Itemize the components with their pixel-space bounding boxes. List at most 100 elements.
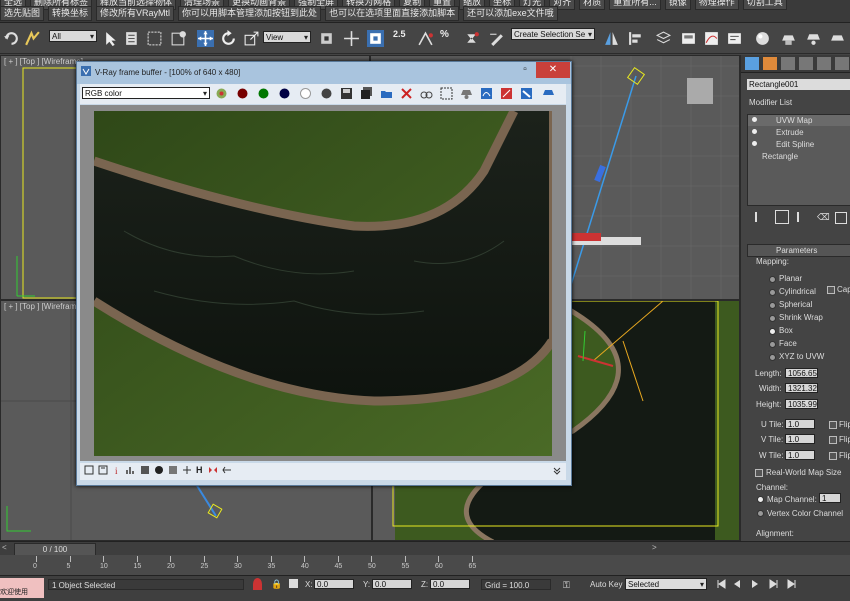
percent-snap-label[interactable]: % bbox=[440, 29, 449, 40]
length-spinner[interactable]: 1056.65 bbox=[785, 368, 818, 378]
mapping-radio[interactable] bbox=[769, 341, 776, 348]
height-spinner[interactable]: 1035.99 bbox=[785, 399, 818, 409]
real-world-checkbox[interactable] bbox=[755, 469, 763, 477]
history-icon[interactable] bbox=[84, 465, 94, 475]
vray-frame-buffer-window[interactable]: V-Ray frame buffer - [100% of 640 x 480]… bbox=[76, 61, 572, 486]
rect-selection-icon[interactable] bbox=[146, 30, 163, 47]
cap-checkbox[interactable] bbox=[827, 286, 835, 294]
script-button[interactable]: 物理操作 bbox=[694, 0, 739, 10]
expand-chevron-icon[interactable] bbox=[552, 466, 562, 476]
alpha-channel-icon[interactable] bbox=[299, 87, 312, 100]
map-channel-spinner[interactable]: 1 bbox=[819, 493, 841, 503]
mapping-radio[interactable] bbox=[769, 315, 776, 322]
ab-icon[interactable] bbox=[222, 465, 232, 475]
auto-key-button[interactable]: Auto Key bbox=[590, 580, 622, 589]
width-spinner[interactable]: 1321.32 bbox=[785, 383, 818, 393]
h-flip-icon[interactable]: H bbox=[196, 465, 203, 475]
curve-editor-icon[interactable] bbox=[703, 30, 720, 47]
render-frame-icon[interactable] bbox=[805, 30, 822, 47]
y-coordinate[interactable]: 0.0 bbox=[372, 579, 412, 589]
angle-snap-icon[interactable] bbox=[417, 30, 434, 47]
pivot-center-icon[interactable] bbox=[318, 30, 335, 47]
pixel-info-icon[interactable] bbox=[98, 465, 108, 475]
mono-icon[interactable] bbox=[320, 87, 333, 100]
align-icon[interactable] bbox=[628, 30, 645, 47]
minimize-button[interactable]: ▫ bbox=[515, 64, 535, 78]
configure-sets-icon[interactable] bbox=[835, 212, 847, 224]
mapping-radio[interactable] bbox=[769, 354, 776, 361]
graphite-ribbon-icon[interactable] bbox=[680, 30, 697, 47]
rgb-toggle-icon[interactable] bbox=[215, 87, 228, 100]
select-object-icon[interactable] bbox=[103, 30, 120, 47]
render-last-icon[interactable] bbox=[460, 87, 473, 100]
stack-item[interactable]: Rectangle bbox=[762, 152, 798, 161]
light-bulb-icon[interactable] bbox=[752, 141, 757, 146]
snap-toggle-label[interactable]: 2.5 bbox=[393, 29, 406, 39]
lock-selection-icon[interactable]: 🔒 bbox=[271, 579, 282, 590]
stack-item[interactable]: UVW Map bbox=[776, 116, 812, 125]
select-by-name-icon[interactable] bbox=[124, 30, 141, 47]
script-button[interactable]: 修改所有VRayMtl bbox=[96, 6, 175, 21]
selection-filter-dropdown[interactable]: All bbox=[49, 30, 97, 43]
w-flip-checkbox[interactable] bbox=[829, 452, 837, 460]
utilities-tab-icon[interactable] bbox=[835, 57, 849, 70]
mapping-radio[interactable] bbox=[769, 276, 776, 283]
render-image-area[interactable] bbox=[80, 105, 566, 461]
time-slider[interactable]: < 0 / 100 > bbox=[0, 541, 850, 556]
render-production-icon[interactable] bbox=[829, 30, 846, 47]
stack-item[interactable]: Extrude bbox=[776, 128, 804, 137]
w-tile-spinner[interactable]: 1.0 bbox=[785, 450, 815, 460]
mapping-radio[interactable] bbox=[769, 328, 776, 335]
scale-icon[interactable] bbox=[243, 30, 260, 47]
undo-icon[interactable] bbox=[3, 30, 20, 47]
display-tab-icon[interactable] bbox=[817, 57, 831, 70]
compare-icon[interactable] bbox=[208, 465, 218, 475]
histogram-icon[interactable] bbox=[126, 465, 136, 475]
track-mouse-icon[interactable] bbox=[420, 87, 433, 100]
select-manipulate-icon[interactable] bbox=[343, 30, 360, 47]
named-selection-dropdown[interactable]: Create Selection Se bbox=[511, 28, 595, 41]
vray-titlebar[interactable]: V-Ray frame buffer - [100% of 640 x 480]… bbox=[77, 62, 571, 84]
script-button[interactable]: 你可以用脚本管理添加按钮到此处 bbox=[178, 6, 322, 21]
track-bar[interactable]: 0 5 10 15 20 25 30 35 40 45 50 55 60 65 bbox=[0, 555, 850, 575]
render-setup-icon[interactable] bbox=[780, 30, 797, 47]
window-crossing-icon[interactable] bbox=[170, 30, 187, 47]
stack-item[interactable]: Edit Spline bbox=[776, 140, 814, 149]
next-frame-icon[interactable]: > bbox=[652, 543, 657, 552]
u-tile-spinner[interactable]: 1.0 bbox=[785, 419, 815, 429]
create-tab-icon[interactable] bbox=[745, 57, 759, 70]
modify-tab-icon[interactable] bbox=[763, 57, 777, 70]
spinner-snap-icon[interactable] bbox=[463, 30, 480, 47]
v-tile-spinner[interactable]: 1.0 bbox=[785, 434, 815, 444]
vertex-color-radio[interactable] bbox=[757, 510, 764, 517]
blue-channel-icon[interactable] bbox=[278, 87, 291, 100]
contrast-icon[interactable] bbox=[154, 465, 164, 475]
motion-tab-icon[interactable] bbox=[799, 57, 813, 70]
script-button[interactable]: 选先贴图 bbox=[0, 6, 45, 21]
keyboard-shortcut-icon[interactable] bbox=[367, 30, 384, 47]
info-icon[interactable]: i bbox=[112, 465, 122, 475]
save-image-icon[interactable] bbox=[340, 87, 353, 100]
region-render-icon[interactable] bbox=[440, 87, 453, 100]
levels-icon[interactable] bbox=[500, 87, 513, 100]
move-icon[interactable] bbox=[197, 30, 214, 47]
schematic-view-icon[interactable] bbox=[726, 30, 743, 47]
script-button[interactable]: 也可以在选项里面直接添加脚本 bbox=[325, 6, 460, 21]
srgb-icon[interactable] bbox=[182, 465, 192, 475]
material-editor-icon[interactable] bbox=[754, 30, 771, 47]
make-unique-icon[interactable] bbox=[797, 212, 809, 222]
isolate-icon[interactable] bbox=[253, 578, 262, 590]
layer-manager-icon[interactable] bbox=[655, 30, 672, 47]
exposure-icon[interactable] bbox=[140, 465, 150, 475]
channel-dropdown[interactable]: RGB color bbox=[82, 87, 210, 100]
edit-named-selection-icon[interactable] bbox=[488, 30, 505, 47]
load-image-icon[interactable] bbox=[380, 87, 393, 100]
parameters-rollout-header[interactable]: Parameters bbox=[747, 244, 850, 257]
x-coordinate[interactable]: 0.0 bbox=[314, 579, 354, 589]
ref-coord-dropdown[interactable]: View bbox=[263, 31, 311, 44]
playback-controls[interactable] bbox=[716, 578, 846, 590]
save-all-icon[interactable] bbox=[360, 87, 373, 100]
script-button[interactable]: 还可以添加exe文件哦 bbox=[463, 6, 558, 21]
z-coordinate[interactable]: 0.0 bbox=[430, 579, 470, 589]
absolute-mode-icon[interactable] bbox=[289, 579, 298, 588]
